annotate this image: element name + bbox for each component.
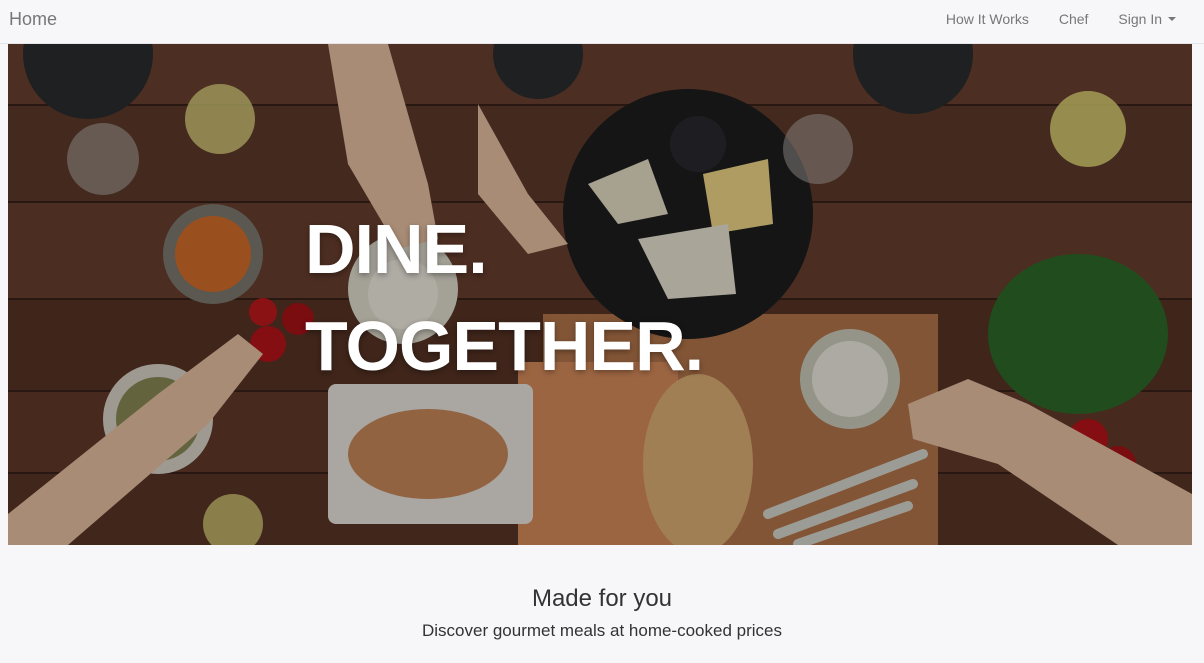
nav-chef[interactable]: Chef <box>1059 11 1089 27</box>
nav-chef-label: Chef <box>1058 11 1089 27</box>
nav-links: How It Works Chef Sign In <box>916 11 1176 27</box>
caret-down-icon <box>1168 17 1176 21</box>
section-title: Made for you <box>531 585 673 612</box>
nav-how-it-works-label: How It Works <box>945 11 1029 27</box>
nav-sign-in-label: Sign In <box>1118 11 1162 27</box>
navbar: Home How It Works Chef Sign In <box>0 0 1204 44</box>
nav-how-it-works[interactable]: How It Works <box>946 11 1029 27</box>
hero-headline-line1: DINE. <box>305 210 488 288</box>
section-subtitle: Discover gourmet meals at home-cooked pr… <box>422 621 782 640</box>
home-brand-link[interactable]: Home <box>9 9 57 30</box>
hero-headline-line2: TOGETHER. <box>305 307 704 385</box>
hero-overlay <box>8 44 1192 545</box>
hero-banner: DINE. TOGETHER. <box>8 44 1192 545</box>
nav-sign-in-dropdown[interactable]: Sign In <box>1118 11 1176 27</box>
